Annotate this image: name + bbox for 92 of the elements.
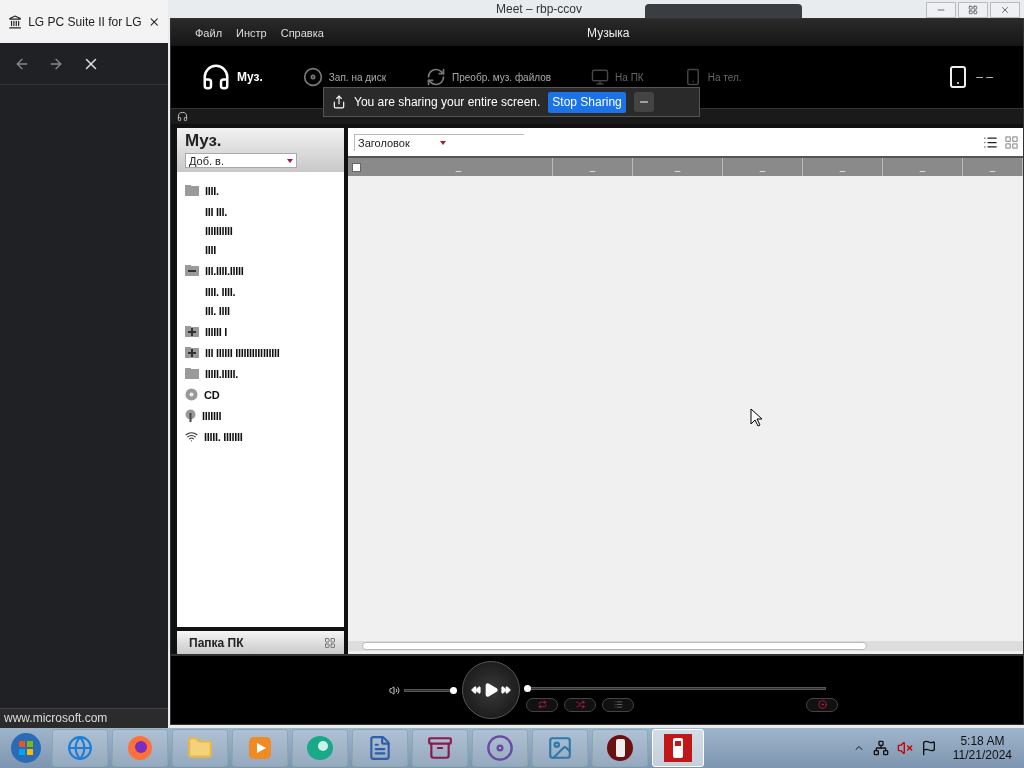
caret-icon xyxy=(439,140,446,145)
network-icon[interactable] xyxy=(872,740,889,756)
progress-thumb[interactable] xyxy=(524,684,531,692)
slider-thumb[interactable] xyxy=(449,686,457,694)
clock[interactable]: 5:18 AM 11/21/2024 xyxy=(944,734,1020,762)
tree-item[interactable]: IIIII. IIIIIII xyxy=(204,430,243,443)
menu-item[interactable]: Справка xyxy=(280,26,324,39)
panel-title: Муз. xyxy=(185,131,223,151)
folder-minus-icon[interactable] xyxy=(185,265,199,276)
date-text: 11/21/2024 xyxy=(952,748,1012,762)
phone-icon xyxy=(606,734,634,762)
tree-item[interactable]: IIII. xyxy=(205,184,219,197)
sharing-message: You are sharing your entire screen. xyxy=(354,95,541,109)
tree-item[interactable]: III III. xyxy=(205,205,228,218)
document-icon xyxy=(367,735,393,761)
folder-icon[interactable] xyxy=(185,368,199,379)
tree-item[interactable]: IIIIIIIIII xyxy=(205,224,233,237)
taskbar-app[interactable] xyxy=(592,729,648,767)
menu-item[interactable]: Файл xyxy=(195,26,223,39)
sort-dropdown[interactable]: Заголовок xyxy=(354,133,524,151)
volume-icon xyxy=(389,684,400,696)
menu-item[interactable]: Инстр xyxy=(236,26,267,39)
rewind-button[interactable] xyxy=(471,685,481,695)
bank-icon xyxy=(8,13,23,30)
minimize-button[interactable] xyxy=(633,92,654,112)
forward-button[interactable] xyxy=(501,685,511,695)
restore-button[interactable] xyxy=(958,2,988,18)
equalizer-icon xyxy=(613,700,623,709)
restore-icon xyxy=(968,5,978,15)
share-screen-icon xyxy=(332,95,346,109)
headphones-icon xyxy=(177,111,188,122)
list-view-button[interactable] xyxy=(983,134,998,150)
caret-icon xyxy=(287,158,293,163)
toolbar-button[interactable]: Зап. на диск xyxy=(302,67,387,87)
disc-icon xyxy=(817,700,827,709)
time-text: 5:18 AM xyxy=(960,734,1005,748)
fox-globe-icon xyxy=(126,734,154,762)
folder-icon xyxy=(187,735,213,761)
status-url: www.microsoft.com xyxy=(0,708,168,728)
tree-item[interactable]: IIII xyxy=(205,243,217,256)
progress-track[interactable] xyxy=(526,686,826,690)
phone-status: – – xyxy=(976,70,993,84)
tree-item[interactable]: IIII. IIII. xyxy=(205,285,236,298)
toolbar-button[interactable]: Преобр. муз. файлов xyxy=(426,67,552,87)
window-title: Meet – rbp-ccov xyxy=(496,2,583,16)
pin-icon xyxy=(185,409,196,422)
window-title: Музыка xyxy=(587,26,630,40)
taskbar-app[interactable] xyxy=(412,729,468,767)
toolbar-button[interactable]: Муз. xyxy=(201,62,263,92)
play-button[interactable] xyxy=(483,682,499,698)
disc-icon xyxy=(302,67,323,87)
volume-slider[interactable] xyxy=(404,688,456,692)
equalizer-button[interactable] xyxy=(602,697,634,712)
repeat-icon xyxy=(537,700,547,709)
repeat-button[interactable] xyxy=(526,697,558,712)
flag-icon[interactable] xyxy=(920,740,937,756)
close-button[interactable] xyxy=(990,2,1020,18)
tree-item[interactable]: III IIIIII IIIIIIIIIIIIIIII xyxy=(205,346,280,359)
archive-icon xyxy=(427,735,453,761)
monitor-icon xyxy=(591,68,610,86)
muted-volume-icon[interactable] xyxy=(896,740,913,756)
convert-icon xyxy=(426,67,447,87)
close-icon xyxy=(1000,5,1010,15)
horizontal-scrollbar[interactable] xyxy=(348,641,1023,651)
wifi-icon xyxy=(185,430,198,443)
picture-icon xyxy=(547,735,573,761)
detail-view-button[interactable] xyxy=(1004,134,1019,150)
orb-icon xyxy=(305,734,335,762)
folder-plus-icon[interactable] xyxy=(185,347,199,358)
stop-sharing-button[interactable]: Stop Sharing xyxy=(548,91,626,113)
disc-icon xyxy=(486,734,514,762)
tree-item[interactable]: CD xyxy=(204,388,220,401)
start-orb-icon xyxy=(10,732,42,764)
tree-item[interactable]: IIIIIII xyxy=(202,409,222,422)
phone-icon xyxy=(663,733,693,763)
add-to-dropdown[interactable]: Доб. в. xyxy=(185,153,297,168)
folder-icon[interactable] xyxy=(185,185,199,196)
tree-item[interactable]: III. IIII xyxy=(205,304,230,317)
select-all-checkbox[interactable] xyxy=(352,163,361,172)
media-play-icon xyxy=(247,735,273,761)
tree-item[interactable]: IIIII.IIIII. xyxy=(205,367,239,380)
folder-plus-icon[interactable] xyxy=(185,326,199,337)
tree-item[interactable]: IIIIII I xyxy=(205,325,228,338)
globe-icon xyxy=(67,735,93,761)
shuffle-button[interactable] xyxy=(564,697,596,712)
headphones-icon xyxy=(201,62,231,92)
tree-item[interactable]: III.IIII.IIIII xyxy=(205,264,244,277)
pc-folder-bar[interactable]: Папка ПК xyxy=(177,631,344,654)
mouse-cursor-icon xyxy=(750,408,762,427)
shuffle-icon xyxy=(575,700,585,709)
cd-icon xyxy=(185,388,198,401)
record-button[interactable] xyxy=(806,697,838,712)
